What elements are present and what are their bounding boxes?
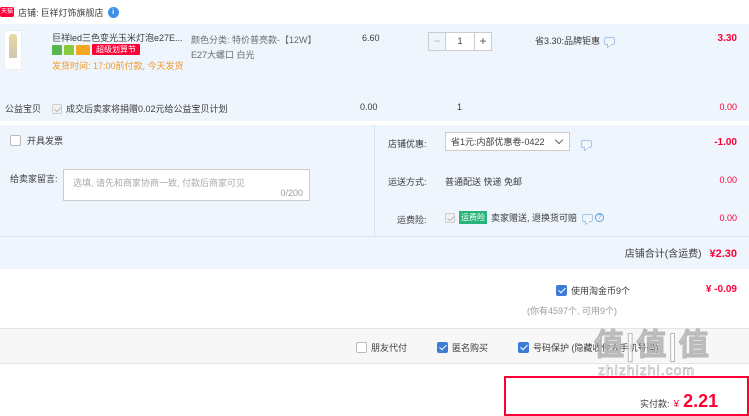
quantity-stepper[interactable]: − 1 +: [428, 32, 492, 51]
coupon-chat-icon[interactable]: [581, 139, 592, 148]
promo-tag: 超级划算节: [92, 44, 140, 55]
invoice-checkbox[interactable]: [10, 135, 21, 146]
ship-time: 发货时间: 17:00前付款, 今天发货: [52, 61, 184, 71]
taojinbi-note: (你有4597个, 可用9个): [527, 306, 618, 316]
unit-price: 6.60: [362, 33, 380, 43]
discount-info: 省3.30:品牌钜惠: [535, 34, 616, 47]
coupon-select[interactable]: 省1元:内部优惠卷-0422: [445, 132, 570, 151]
message-textarea[interactable]: 选填, 请先和商家协商一致, 付款后商家可见 0/200: [63, 169, 310, 201]
charity-label: 公益宝贝: [5, 104, 42, 114]
taojinbi-amount: ¥ -0.09: [705, 284, 737, 295]
payment-total: 实付款: ¥ 2.21: [640, 391, 718, 412]
coupon-value: 省1元:内部优惠卷-0422: [451, 137, 545, 147]
bulb-image-icon: [9, 34, 17, 58]
friend-pay-checkbox[interactable]: [356, 342, 367, 353]
insurance-badge: 运费险: [459, 211, 487, 224]
insurance-checkbox: [445, 212, 455, 223]
shop-total-amount: ¥2.30: [709, 248, 737, 260]
tag-7day-icon: [52, 44, 62, 55]
divider-vertical: [374, 125, 375, 236]
delivery-amount: 0.00: [719, 175, 737, 185]
coupon-amount: -1.00: [714, 137, 737, 148]
message-counter: 0/200: [280, 188, 303, 198]
sku-line1: 颜色分类: 特价普亮款-【12W】: [191, 35, 317, 45]
item-thumbnail[interactable]: [4, 30, 22, 70]
charity-text: 成交后卖家将捐赠0.02元给公益宝贝计划: [66, 104, 228, 114]
tag-card-icon: [76, 44, 90, 55]
tmall-badge: 天猫: [0, 7, 15, 17]
discount-text: 省3.30:品牌钜惠: [535, 36, 601, 46]
message-label: 给卖家留言:: [10, 174, 58, 184]
help-icon[interactable]: ?: [595, 213, 605, 222]
taojinbi-checkbox[interactable]: [556, 285, 567, 296]
shop-label: 店铺:: [18, 7, 39, 18]
charity-price: 0.00: [360, 102, 378, 112]
anonymous-option[interactable]: 匿名购买: [437, 341, 488, 354]
shop-total: 店铺合计(含运费) ¥2.30: [625, 245, 737, 260]
chat-badge-icon[interactable]: i: [107, 6, 119, 18]
divider-horizontal: [0, 236, 749, 237]
increase-button[interactable]: +: [474, 32, 492, 51]
charity-subtotal: 0.00: [719, 102, 737, 112]
charity-checkbox: [52, 103, 62, 114]
invoice-row[interactable]: 开具发票: [10, 134, 63, 147]
taojinbi-row[interactable]: 使用淘金币9个: [556, 284, 630, 297]
coupon-label: 店铺优惠:: [388, 139, 427, 149]
anonymous-label: 匿名购买: [452, 343, 489, 353]
invoice-label: 开具发票: [27, 136, 64, 146]
anonymous-checkbox[interactable]: [437, 342, 448, 353]
message-placeholder: 选填, 请先和商家协商一致, 付款后商家可见: [73, 178, 246, 188]
tag-guarantee-icon: [64, 44, 74, 55]
item-title[interactable]: 巨祥led三色变光玉米灯泡e27E...: [52, 31, 186, 44]
insurance-value: 卖家赠送, 退换货可赔: [491, 213, 578, 223]
insurance-row: 运费险 卖家赠送, 退换货可赔 ?: [445, 211, 605, 224]
chevron-down-icon: [554, 135, 564, 145]
sku-info: 颜色分类: 特价普亮款-【12W】 E27大螺口 白光: [191, 33, 317, 63]
item-subtotal: 3.30: [717, 33, 737, 44]
insurance-amount: 0.00: [719, 213, 737, 223]
sku-line2: E27大螺口 白光: [191, 50, 255, 60]
insurance-label: 运费险:: [397, 215, 427, 225]
item-tags: 超级划算节: [52, 44, 142, 55]
shop-header: 天猫 店铺: 巨祥灯饰旗舰店 i: [0, 5, 119, 19]
chat-icon[interactable]: [604, 36, 616, 45]
friend-pay-label: 朋友代付: [371, 343, 408, 353]
decrease-button[interactable]: −: [428, 32, 446, 51]
watermark-site: zhizhizhi.com: [598, 362, 696, 379]
friend-pay-option[interactable]: 朋友代付: [356, 341, 407, 354]
watermark-logo: 值|值|值: [594, 320, 711, 364]
delivery-label: 运送方式:: [388, 177, 427, 187]
delivery-value: 普通配送 快递 免邮: [445, 177, 523, 187]
payment-amount: 2.21: [683, 391, 719, 411]
taojinbi-label: 使用淘金币9个: [571, 286, 631, 296]
charity-qty: 1: [457, 102, 463, 112]
protect-checkbox[interactable]: [518, 342, 529, 353]
shop-name-link[interactable]: 巨祥灯饰旗舰店: [41, 6, 104, 19]
payment-label: 实付款:: [640, 399, 670, 409]
charity-row: 成交后卖家将捐赠0.02元给公益宝贝计划: [52, 102, 228, 115]
quantity-input[interactable]: 1: [446, 32, 474, 51]
payment-currency: ¥: [673, 399, 680, 410]
insurance-chat-icon[interactable]: [582, 213, 594, 222]
shop-total-label: 店铺合计(含运费): [624, 249, 702, 260]
watermark-brand: 值|值|值: [594, 329, 711, 363]
